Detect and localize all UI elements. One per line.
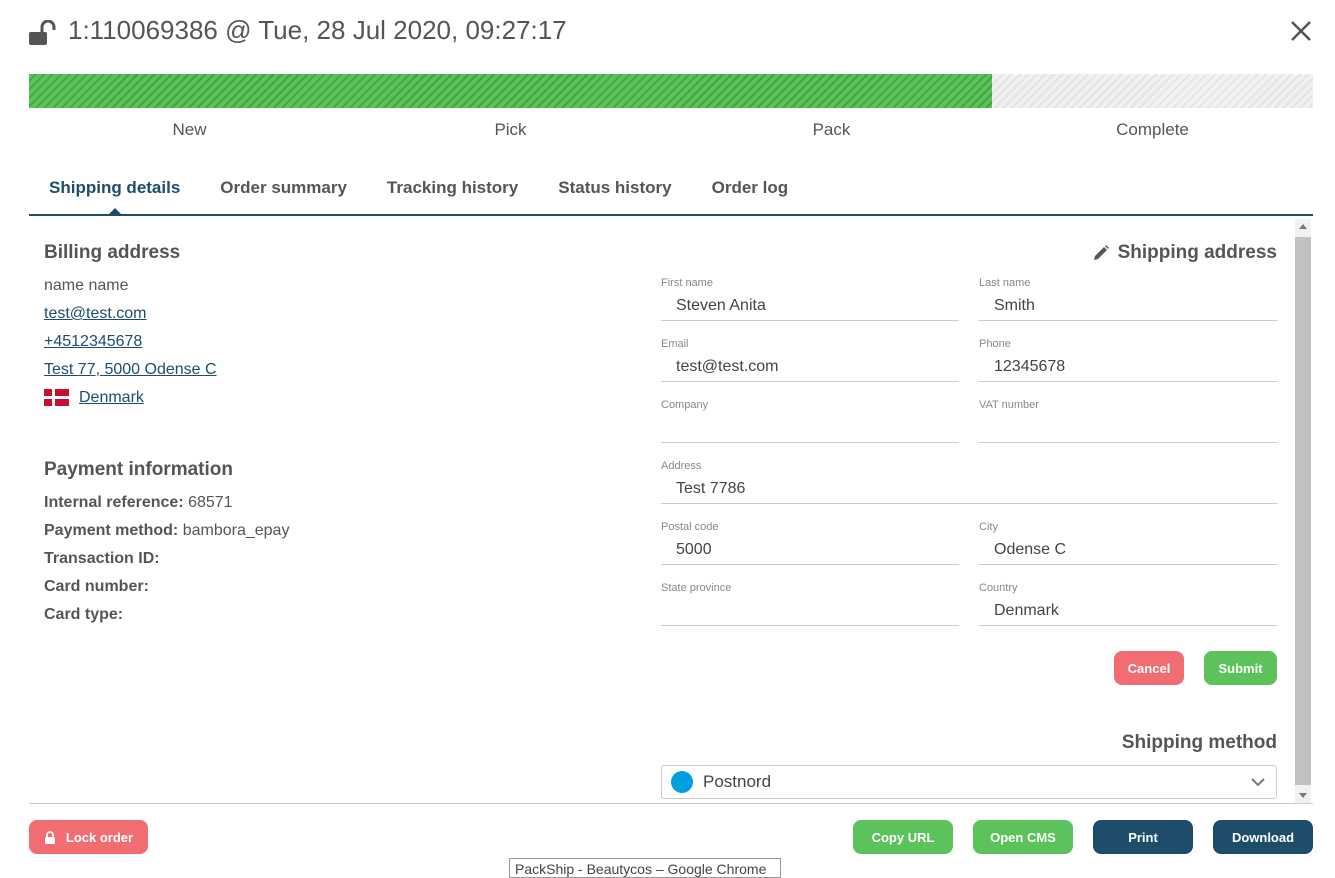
payment-method-row: Payment method: bambora_epay	[44, 522, 289, 540]
order-progress-bar	[29, 74, 1313, 108]
cancel-button[interactable]: Cancel	[1114, 651, 1184, 685]
company-label: Company	[661, 399, 709, 411]
postal-code-label: Postal code	[661, 521, 719, 533]
first-name-input[interactable]	[661, 291, 959, 321]
scroll-down-arrow-icon[interactable]	[1299, 793, 1307, 798]
billing-address-link[interactable]: Test 77, 5000 Odense C	[44, 361, 217, 379]
card-type-row: Card type:	[44, 606, 123, 624]
city-input[interactable]	[979, 535, 1277, 565]
state-province-input[interactable]	[661, 596, 959, 626]
postal-code-input[interactable]	[661, 535, 959, 565]
shipping-address-header: Shipping address	[1092, 242, 1277, 264]
copy-url-button[interactable]: Copy URL	[853, 820, 953, 854]
chevron-down-icon	[1251, 778, 1265, 787]
vat-number-input[interactable]	[979, 413, 1277, 443]
phone-input[interactable]	[979, 352, 1277, 382]
shipping-method-value: Postnord	[703, 772, 772, 791]
progress-steps: New Pick Pack Complete	[29, 120, 1313, 140]
billing-country: Denmark	[44, 389, 144, 407]
email-label: Email	[661, 338, 689, 350]
progress-fill	[29, 74, 992, 108]
billing-name: name name	[44, 277, 129, 294]
step-new: New	[172, 120, 207, 139]
open-cms-button[interactable]: Open CMS	[973, 820, 1073, 854]
tab-order-log[interactable]: Order log	[692, 170, 809, 214]
lock-icon	[44, 830, 55, 844]
lock-order-button[interactable]: Lock order	[29, 820, 148, 854]
window-tooltip: PackShip - Beautycos – Google Chrome	[509, 858, 781, 878]
step-pack: Pack	[812, 120, 851, 139]
vat-number-field: VAT number	[979, 399, 1277, 447]
billing-address-heading: Billing address	[44, 242, 181, 263]
payment-method-value: bambora_epay	[182, 522, 290, 539]
tab-order-summary[interactable]: Order summary	[200, 170, 367, 214]
scroll-up-arrow-icon[interactable]	[1299, 224, 1307, 229]
download-button[interactable]: Download	[1213, 820, 1313, 854]
tab-status-history[interactable]: Status history	[538, 170, 691, 214]
scrollbar[interactable]	[1295, 219, 1311, 803]
company-input[interactable]	[661, 413, 959, 443]
postnord-logo-icon	[671, 771, 693, 793]
shipping-method-select[interactable]: Postnord	[661, 765, 1277, 799]
state-province-label: State province	[661, 582, 732, 594]
address-label: Address	[661, 460, 702, 472]
close-icon[interactable]	[1288, 18, 1314, 44]
card-number-label: Card number:	[44, 578, 149, 595]
submit-button[interactable]: Submit	[1204, 651, 1277, 685]
pencil-icon[interactable]	[1092, 244, 1110, 262]
last-name-input[interactable]	[979, 291, 1277, 321]
internal-reference-value: 68571	[188, 494, 233, 511]
tab-bar: Shipping details Order summary Tracking …	[29, 170, 1313, 216]
transaction-id-label: Transaction ID:	[44, 550, 160, 567]
shipping-address-heading: Shipping address	[1117, 242, 1277, 263]
last-name-field: Last name	[979, 277, 1277, 325]
card-number-row: Card number:	[44, 578, 149, 596]
payment-method-label: Payment method:	[44, 522, 179, 539]
print-button[interactable]: Print	[1093, 820, 1193, 854]
last-name-label: Last name	[979, 277, 1031, 289]
company-field: Company	[661, 399, 959, 447]
billing-email-link[interactable]: test@test.com	[44, 305, 147, 323]
address-field: Address	[661, 460, 1277, 508]
payment-information-heading: Payment information	[44, 459, 233, 480]
address-input[interactable]	[661, 474, 1277, 504]
shipping-method-heading: Shipping method	[1121, 732, 1277, 753]
denmark-flag-icon	[44, 389, 69, 407]
city-field: City	[979, 521, 1277, 569]
internal-reference-label: Internal reference:	[44, 494, 184, 511]
transaction-id-row: Transaction ID:	[44, 550, 160, 568]
page-title: 1:110069386 @ Tue, 28 Jul 2020, 09:27:17	[68, 15, 567, 45]
tab-tracking-history[interactable]: Tracking history	[367, 170, 538, 214]
country-field: Country	[979, 582, 1277, 630]
lock-order-label: Lock order	[65, 829, 134, 845]
billing-country-link[interactable]: Denmark	[79, 389, 144, 406]
footer-divider	[29, 803, 1313, 804]
step-pick: Pick	[494, 120, 527, 139]
postal-code-field: Postal code	[661, 521, 959, 569]
first-name-field: First name	[661, 277, 959, 325]
vat-number-label: VAT number	[979, 399, 1039, 411]
scrollbar-thumb[interactable]	[1295, 237, 1311, 785]
unlocked-padlock-icon[interactable]	[28, 20, 56, 46]
country-label: Country	[979, 582, 1018, 594]
state-province-field: State province	[661, 582, 959, 630]
city-label: City	[979, 521, 998, 533]
phone-field: Phone	[979, 338, 1277, 386]
phone-label: Phone	[979, 338, 1011, 350]
tab-shipping-details[interactable]: Shipping details	[29, 170, 200, 216]
email-field: Email	[661, 338, 959, 386]
card-type-label: Card type:	[44, 606, 124, 623]
step-complete: Complete	[1116, 120, 1189, 139]
billing-phone-link[interactable]: +4512345678	[44, 333, 142, 351]
internal-reference-row: Internal reference: 68571	[44, 494, 233, 512]
first-name-label: First name	[661, 277, 713, 289]
country-input[interactable]	[979, 596, 1277, 626]
email-input[interactable]	[661, 352, 959, 382]
